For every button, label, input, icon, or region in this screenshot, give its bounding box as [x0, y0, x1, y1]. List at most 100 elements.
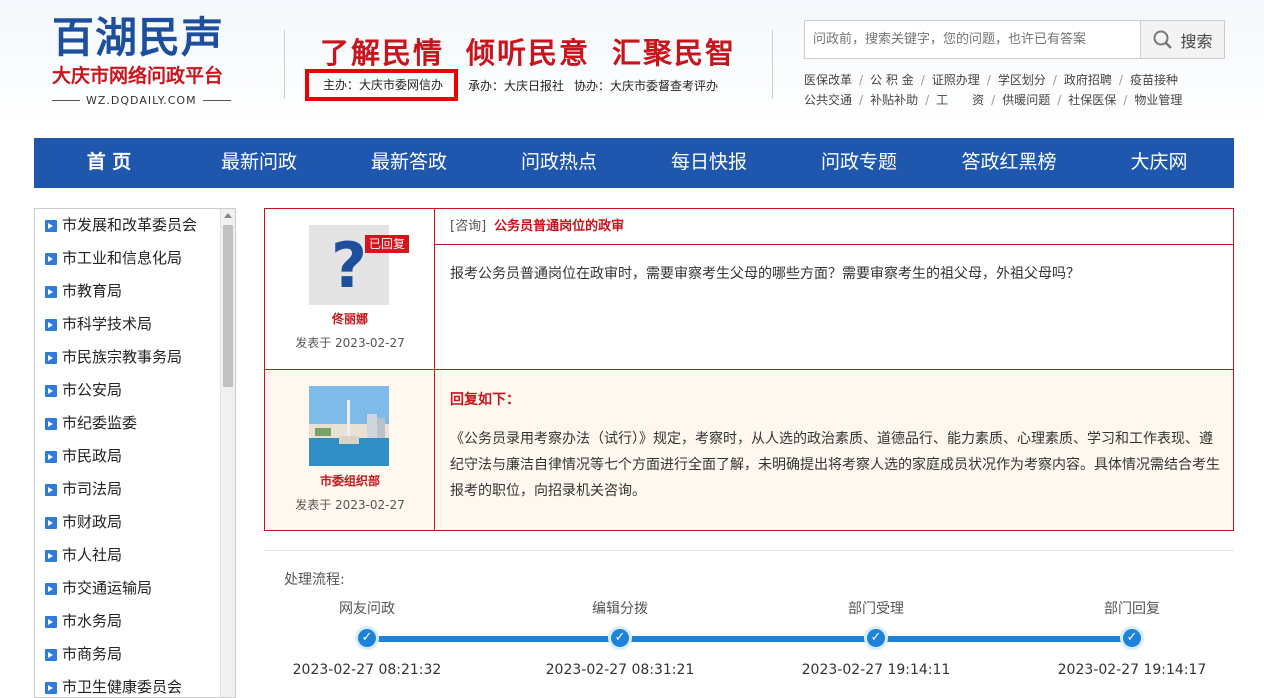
question-date: 发表于 2023-02-27 [295, 336, 405, 350]
department-item[interactable]: 市纪委监委 [35, 407, 235, 440]
quick-link[interactable]: 工 资 [936, 90, 984, 110]
quick-link[interactable]: 补贴补助 [870, 90, 918, 110]
flow-step: 部门受理 ✓ 2023-02-27 19:14:11 [776, 551, 976, 678]
department-sidebar: 市发展和改革委员会 市工业和信息化局 市教育局 市科学技术局 市民族宗教事务局 … [34, 208, 236, 698]
responder-info: 市委组织部 发表于 2023-02-27 [265, 370, 435, 530]
flow-step: 编辑分拨 ✓ 2023-02-27 08:31:21 [520, 551, 720, 678]
question-title: 公务员普通岗位的政审 [494, 219, 625, 234]
arrow-bullet-icon [45, 549, 57, 562]
arrow-bullet-icon [45, 285, 57, 298]
arrow-bullet-icon [45, 648, 57, 661]
search-button[interactable]: 搜索 [1140, 21, 1224, 58]
search-button-label: 搜索 [1180, 31, 1213, 51]
nav-hot-topics[interactable]: 问政热点 [484, 138, 634, 188]
nav-latest-answers[interactable]: 最新答政 [334, 138, 484, 188]
check-icon: ✓ [864, 626, 888, 650]
check-icon: ✓ [608, 626, 632, 650]
department-item[interactable]: 市卫生健康委员会 [35, 671, 235, 697]
sponsor-assist: 协办：大庆市委督查考评办 [574, 78, 719, 93]
search-input[interactable] [805, 21, 1140, 58]
scrollbar-thumb[interactable] [223, 225, 233, 387]
check-icon: ✓ [1120, 626, 1144, 650]
sponsor-host: 主办：大庆市委网信办 [305, 69, 458, 101]
answer-date: 发表于 2023-02-27 [295, 498, 405, 512]
answer-row: 市委组织部 发表于 2023-02-27 回复如下： 《公务员录用考察办法（试行… [265, 370, 1233, 530]
replied-badge: 已回复 [365, 235, 410, 253]
department-item[interactable]: 市水务局 [35, 605, 235, 638]
logo-sub: 大庆市网络问政平台 [52, 65, 224, 87]
department-item[interactable]: 市人社局 [35, 539, 235, 572]
flow-step-name: 编辑分拨 [592, 601, 648, 617]
divider [772, 30, 773, 98]
quick-links: 医保改革 / 公 积 金 / 证照办理 / 学区划分 / 政府招聘 / 疫苗接种 公共交通… [804, 70, 1234, 110]
responder-avatar [309, 386, 389, 466]
logo-url: WZ.DQDAILY.COM [52, 94, 242, 107]
arrow-bullet-icon [45, 615, 57, 628]
main-nav: 首 页 最新问政 最新答政 问政热点 每日快报 问政专题 答政红黑榜 大庆网 [34, 138, 1234, 188]
flow-step-time: 2023-02-27 08:31:21 [545, 662, 695, 678]
sidebar-scrollbar[interactable] [220, 209, 235, 697]
quick-link[interactable]: 政府招聘 [1064, 70, 1112, 90]
quick-link[interactable]: 物业管理 [1134, 90, 1182, 110]
flow-step-time: 2023-02-27 19:14:17 [1057, 662, 1207, 678]
check-icon: ✓ [355, 626, 379, 650]
quick-link[interactable]: 医保改革 [804, 70, 852, 90]
flow-step: 部门回复 ✓ 2023-02-27 19:14:17 [1032, 551, 1232, 678]
slogan-3: 汇聚民智 [612, 36, 737, 70]
slogan-2: 倾听民意 [466, 36, 591, 70]
department-item[interactable]: 市交通运输局 [35, 572, 235, 605]
slogan: 了解民情 倾听民意 汇聚民智 [320, 30, 758, 72]
department-item[interactable]: 市商务局 [35, 638, 235, 671]
department-item[interactable]: 市科学技术局 [35, 308, 235, 341]
responder-name: 市委组织部 [319, 474, 380, 488]
quick-link[interactable]: 公 积 金 [870, 70, 914, 90]
flow-step-name: 网友问政 [339, 601, 395, 617]
answer-text: 《公务员录用考察办法（试行）》规定，考察时，从人选的政治素质、道德品行、能力素质… [450, 431, 1220, 499]
department-item[interactable]: 市司法局 [35, 473, 235, 506]
department-item[interactable]: 市民族宗教事务局 [35, 341, 235, 374]
department-item[interactable]: 市公安局 [35, 374, 235, 407]
scroll-up-icon[interactable] [224, 213, 232, 218]
flow-step-name: 部门受理 [848, 601, 904, 617]
arrow-bullet-icon [45, 351, 57, 364]
question-row: ? 已回复 佟丽娜 发表于 2023-02-27 [咨询] 公务员普通岗位的政审 … [265, 209, 1233, 370]
answer-heading: 回复如下： [450, 392, 520, 408]
quick-link[interactable]: 证照办理 [932, 70, 980, 90]
nav-latest-questions[interactable]: 最新问政 [184, 138, 334, 188]
quick-link[interactable]: 社保医保 [1068, 90, 1116, 110]
flow-track [362, 636, 1132, 642]
divider [284, 30, 285, 98]
department-item[interactable]: 市财政局 [35, 506, 235, 539]
nav-daily-report[interactable]: 每日快报 [634, 138, 784, 188]
department-item[interactable]: 市教育局 [35, 275, 235, 308]
quick-link[interactable]: 学区划分 [998, 70, 1046, 90]
quick-links-row: 医保改革 / 公 积 金 / 证照办理 / 学区划分 / 政府招聘 / 疫苗接种 [804, 70, 1234, 90]
department-item[interactable]: 市发展和改革委员会 [35, 209, 235, 242]
sponsors: 主办：大庆市委网信办 承办：大庆日报社 协办：大庆市委督查考评办 [305, 69, 718, 101]
questioner-name: 佟丽娜 [331, 312, 368, 326]
quick-link[interactable]: 疫苗接种 [1130, 70, 1178, 90]
arrow-bullet-icon [45, 417, 57, 430]
arrow-bullet-icon [45, 384, 57, 397]
department-item[interactable]: 市民政局 [35, 440, 235, 473]
nav-home[interactable]: 首 页 [34, 138, 184, 188]
arrow-bullet-icon [45, 681, 57, 694]
question-title-bar: [咨询] 公务员普通岗位的政审 [435, 209, 1233, 245]
quick-link[interactable]: 公共交通 [804, 90, 852, 110]
sponsor-undertaker: 承办：大庆日报社 [468, 78, 565, 93]
flow-step-time: 2023-02-27 19:14:11 [801, 662, 951, 678]
arrow-bullet-icon [45, 252, 57, 265]
nav-special-topics[interactable]: 问政专题 [784, 138, 934, 188]
question-detail: ? 已回复 佟丽娜 发表于 2023-02-27 [咨询] 公务员普通岗位的政审 … [264, 208, 1234, 531]
header: 百湖民声 大庆市网络问政平台 WZ.DQDAILY.COM 了解民情 倾听民意 汇聚… [0, 0, 1264, 130]
logo-main: 百湖民声 [52, 13, 225, 62]
flow-step-time: 2023-02-27 08:21:32 [292, 662, 442, 678]
department-item[interactable]: 市工业和信息化局 [35, 242, 235, 275]
nav-rankings[interactable]: 答政红黑榜 [934, 138, 1084, 188]
flow-step: 网友问政 ✓ 2023-02-27 08:21:32 [267, 551, 467, 678]
nav-daqing-net[interactable]: 大庆网 [1084, 138, 1234, 188]
arrow-bullet-icon [45, 516, 57, 529]
quick-link[interactable]: 供暖问题 [1002, 90, 1050, 110]
process-flow: 处理流程: 网友问政 ✓ 2023-02-27 08:21:32 编辑分拨 ✓ … [264, 550, 1234, 695]
site-logo[interactable]: 百湖民声 大庆市网络问政平台 WZ.DQDAILY.COM [52, 14, 242, 107]
